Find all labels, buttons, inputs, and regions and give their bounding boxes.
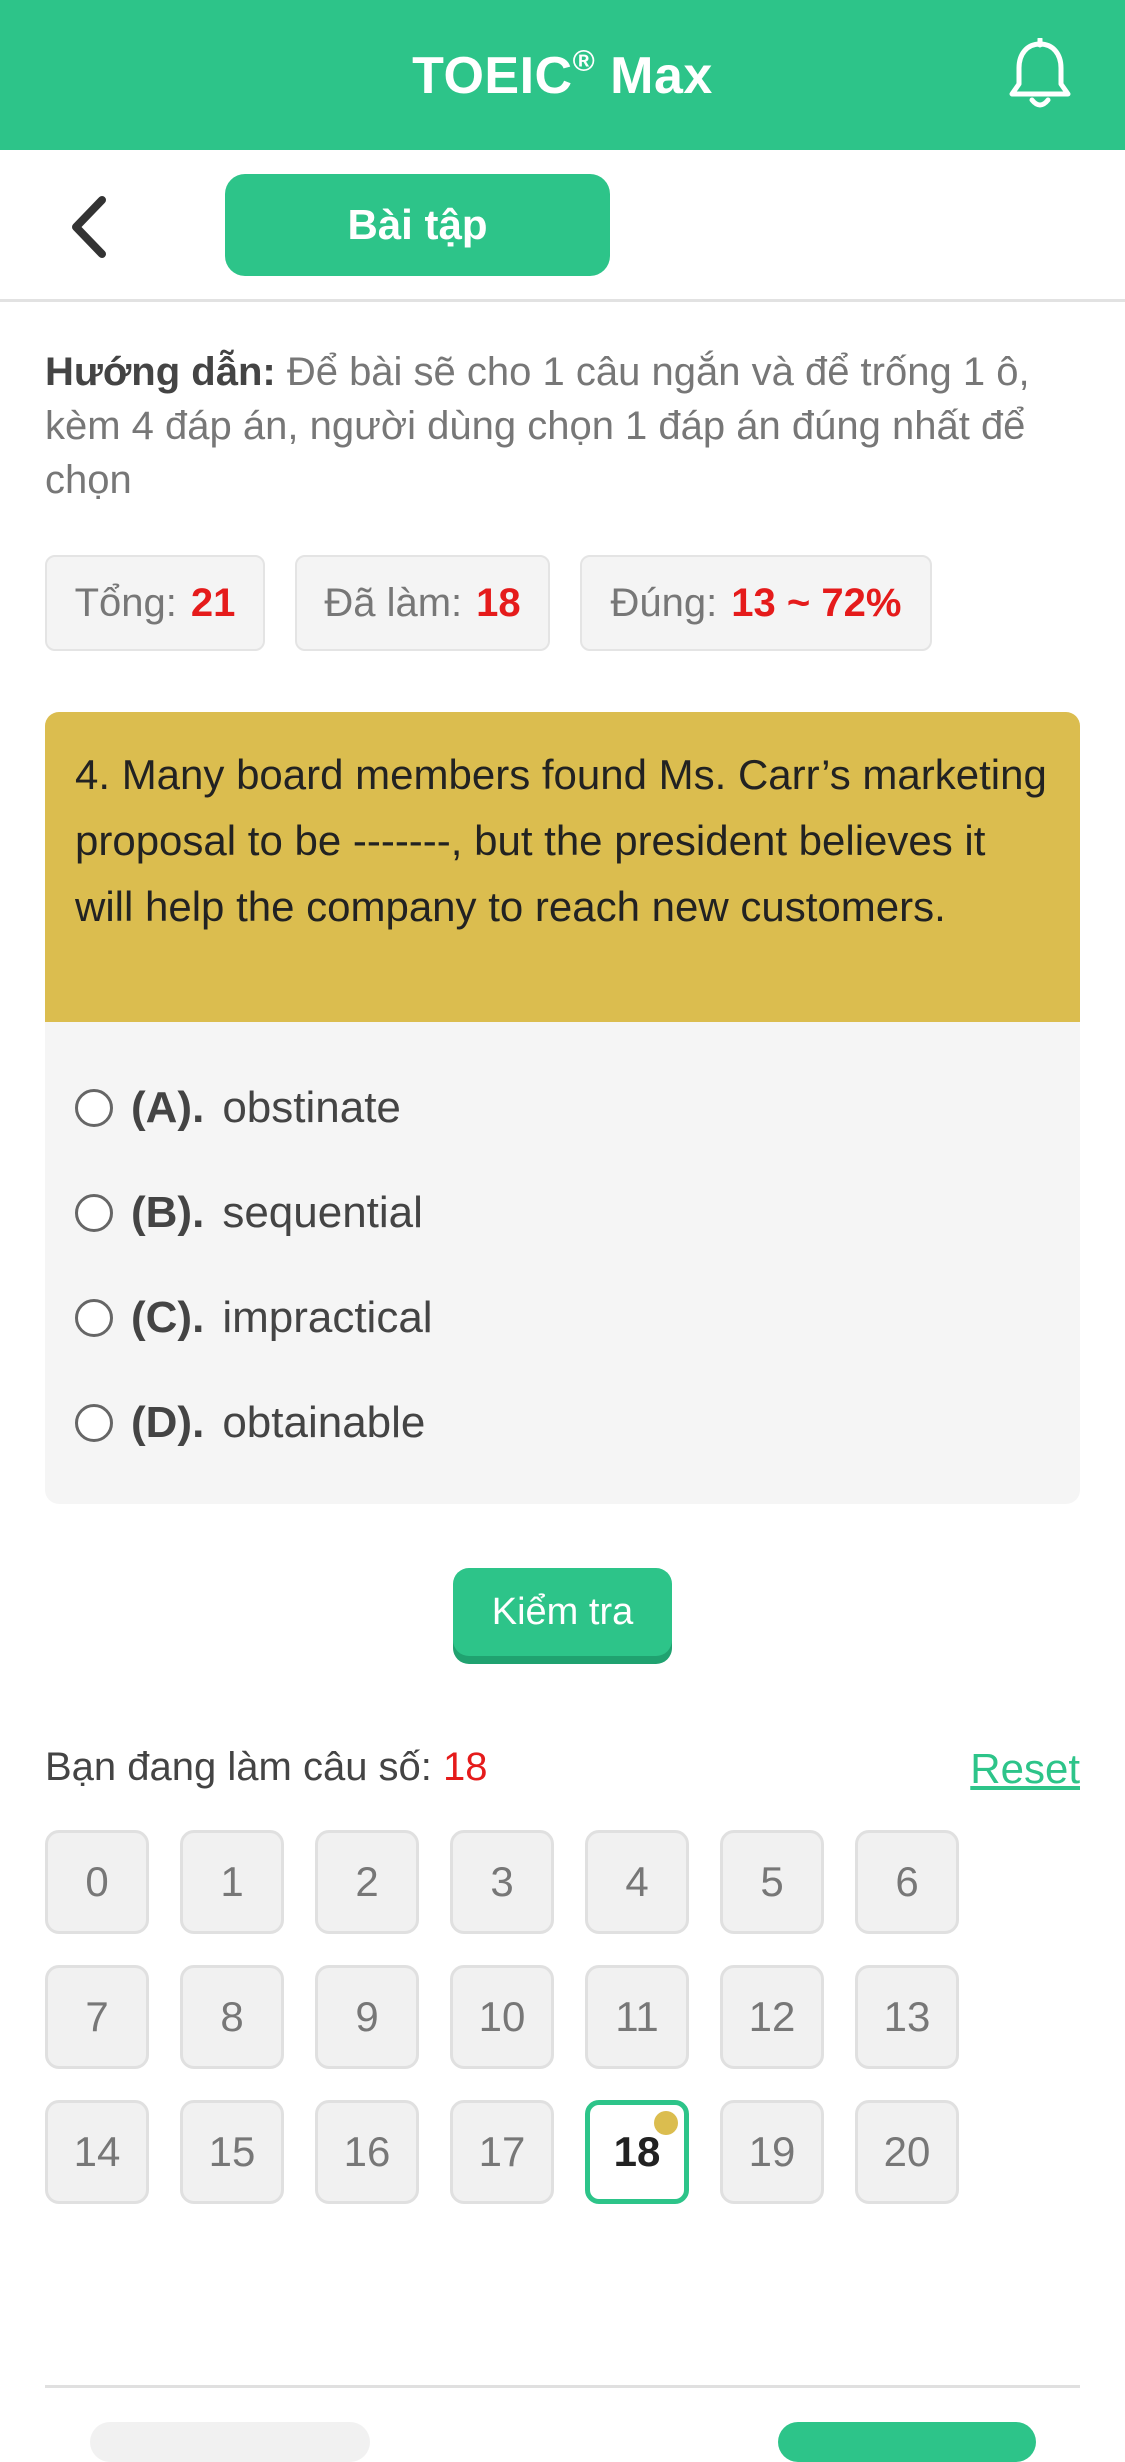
stat-total: Tổng: 21 <box>45 555 265 651</box>
question-number-button[interactable]: 5 <box>720 1830 824 1934</box>
question-number-button[interactable]: 3 <box>450 1830 554 1934</box>
question-number-label: 16 <box>343 2128 391 2175</box>
stat-done: Đã làm: 18 <box>295 555 550 651</box>
current-question-label: Bạn đang làm câu số: 18 <box>45 1745 488 1789</box>
question-number-button[interactable]: 18 <box>585 2100 689 2204</box>
question-number-label: 9 <box>355 1993 379 2040</box>
question-number-label: 14 <box>73 2128 121 2175</box>
question-number-button[interactable]: 17 <box>450 2100 554 2204</box>
question-number-label: 2 <box>355 1858 379 1905</box>
divider <box>45 2385 1080 2388</box>
question-number-button[interactable]: 0 <box>45 1830 149 1934</box>
option-d[interactable]: (D). obtainable <box>75 1388 425 1458</box>
instructions: Hướng dẫn: Để bài sẽ cho 1 câu ngắn và đ… <box>45 345 1085 507</box>
option-c[interactable]: (C). impractical <box>75 1283 433 1353</box>
next-button[interactable] <box>778 2422 1036 2462</box>
question-number-button[interactable]: 8 <box>180 1965 284 2069</box>
question-number-label: 0 <box>85 1858 109 1905</box>
app-title: TOEIC® Max <box>412 44 713 105</box>
radio-icon[interactable] <box>75 1299 113 1337</box>
tab-exercises[interactable]: Bài tập <box>225 174 610 276</box>
question-number-button[interactable]: 12 <box>720 1965 824 2069</box>
question-number-label: 17 <box>478 2128 526 2175</box>
question-number-label: 5 <box>760 1858 784 1905</box>
question-number-label: 11 <box>615 1993 659 2040</box>
question-number-label: 7 <box>85 1993 109 2040</box>
question-number-label: 8 <box>220 1993 244 2040</box>
question-number-button[interactable]: 14 <box>45 2100 149 2204</box>
question-number-label: 20 <box>883 2128 931 2175</box>
question-number-label: 10 <box>478 1993 526 2040</box>
question-number-button[interactable]: 1 <box>180 1830 284 1934</box>
question-number-label: 13 <box>883 1993 931 2040</box>
question-number-button[interactable]: 10 <box>450 1965 554 2069</box>
question-number-label: 19 <box>748 2128 796 2175</box>
question-number-label: 1 <box>220 1858 244 1905</box>
question-number-button[interactable]: 15 <box>180 2100 284 2204</box>
question-text: 4. Many board members found Ms. Carr’s m… <box>45 712 1080 1022</box>
previous-button[interactable] <box>90 2422 370 2462</box>
question-number-button[interactable]: 13 <box>855 1965 959 2069</box>
question-number-button[interactable]: 11 <box>585 1965 689 2069</box>
question-number-label: 6 <box>895 1858 919 1905</box>
stats-row: Tổng: 21 Đã làm: 18 Đúng: 13 ~ 72% <box>0 555 1125 651</box>
question-number-label: 18 <box>613 2128 661 2175</box>
check-button[interactable]: Kiểm tra <box>453 1568 672 1656</box>
question-number-button[interactable]: 16 <box>315 2100 419 2204</box>
current-question-number: 18 <box>443 1745 488 1789</box>
radio-icon[interactable] <box>75 1089 113 1127</box>
question-number-button[interactable]: 6 <box>855 1830 959 1934</box>
question-number-label: 15 <box>208 2128 256 2175</box>
question-number-button[interactable]: 20 <box>855 2100 959 2204</box>
instructions-label: Hướng dẫn: <box>45 350 276 394</box>
reset-link[interactable]: Reset <box>970 1745 1080 1793</box>
sub-toolbar: Bài tập <box>0 150 1125 302</box>
active-indicator-dot <box>654 2111 678 2135</box>
radio-icon[interactable] <box>75 1404 113 1442</box>
option-a[interactable]: (A). obstinate <box>75 1073 401 1143</box>
radio-icon[interactable] <box>75 1194 113 1232</box>
question-number-button[interactable]: 4 <box>585 1830 689 1934</box>
app-header: TOEIC® Max <box>0 0 1125 150</box>
question-number-grid: 0 1 2 3 4 5 6 7 8 9 10 11 12 13 14 15 16 17 18 19 20 <box>45 1830 1085 2230</box>
question-number-label: 4 <box>625 1858 649 1905</box>
question-number-button[interactable]: 7 <box>45 1965 149 2069</box>
stat-correct: Đúng: 13 ~ 72% <box>580 555 932 651</box>
question-number-button[interactable]: 19 <box>720 2100 824 2204</box>
question-number-button[interactable]: 2 <box>315 1830 419 1934</box>
question-number-label: 3 <box>490 1858 514 1905</box>
answer-options: (A). obstinate (B). sequential (C). impr… <box>45 1022 1080 1504</box>
option-b[interactable]: (B). sequential <box>75 1178 423 1248</box>
chevron-left-icon[interactable] <box>62 194 122 260</box>
question-number-label: 12 <box>748 1993 796 2040</box>
question-number-button[interactable]: 9 <box>315 1965 419 2069</box>
bell-icon[interactable] <box>1007 36 1073 112</box>
